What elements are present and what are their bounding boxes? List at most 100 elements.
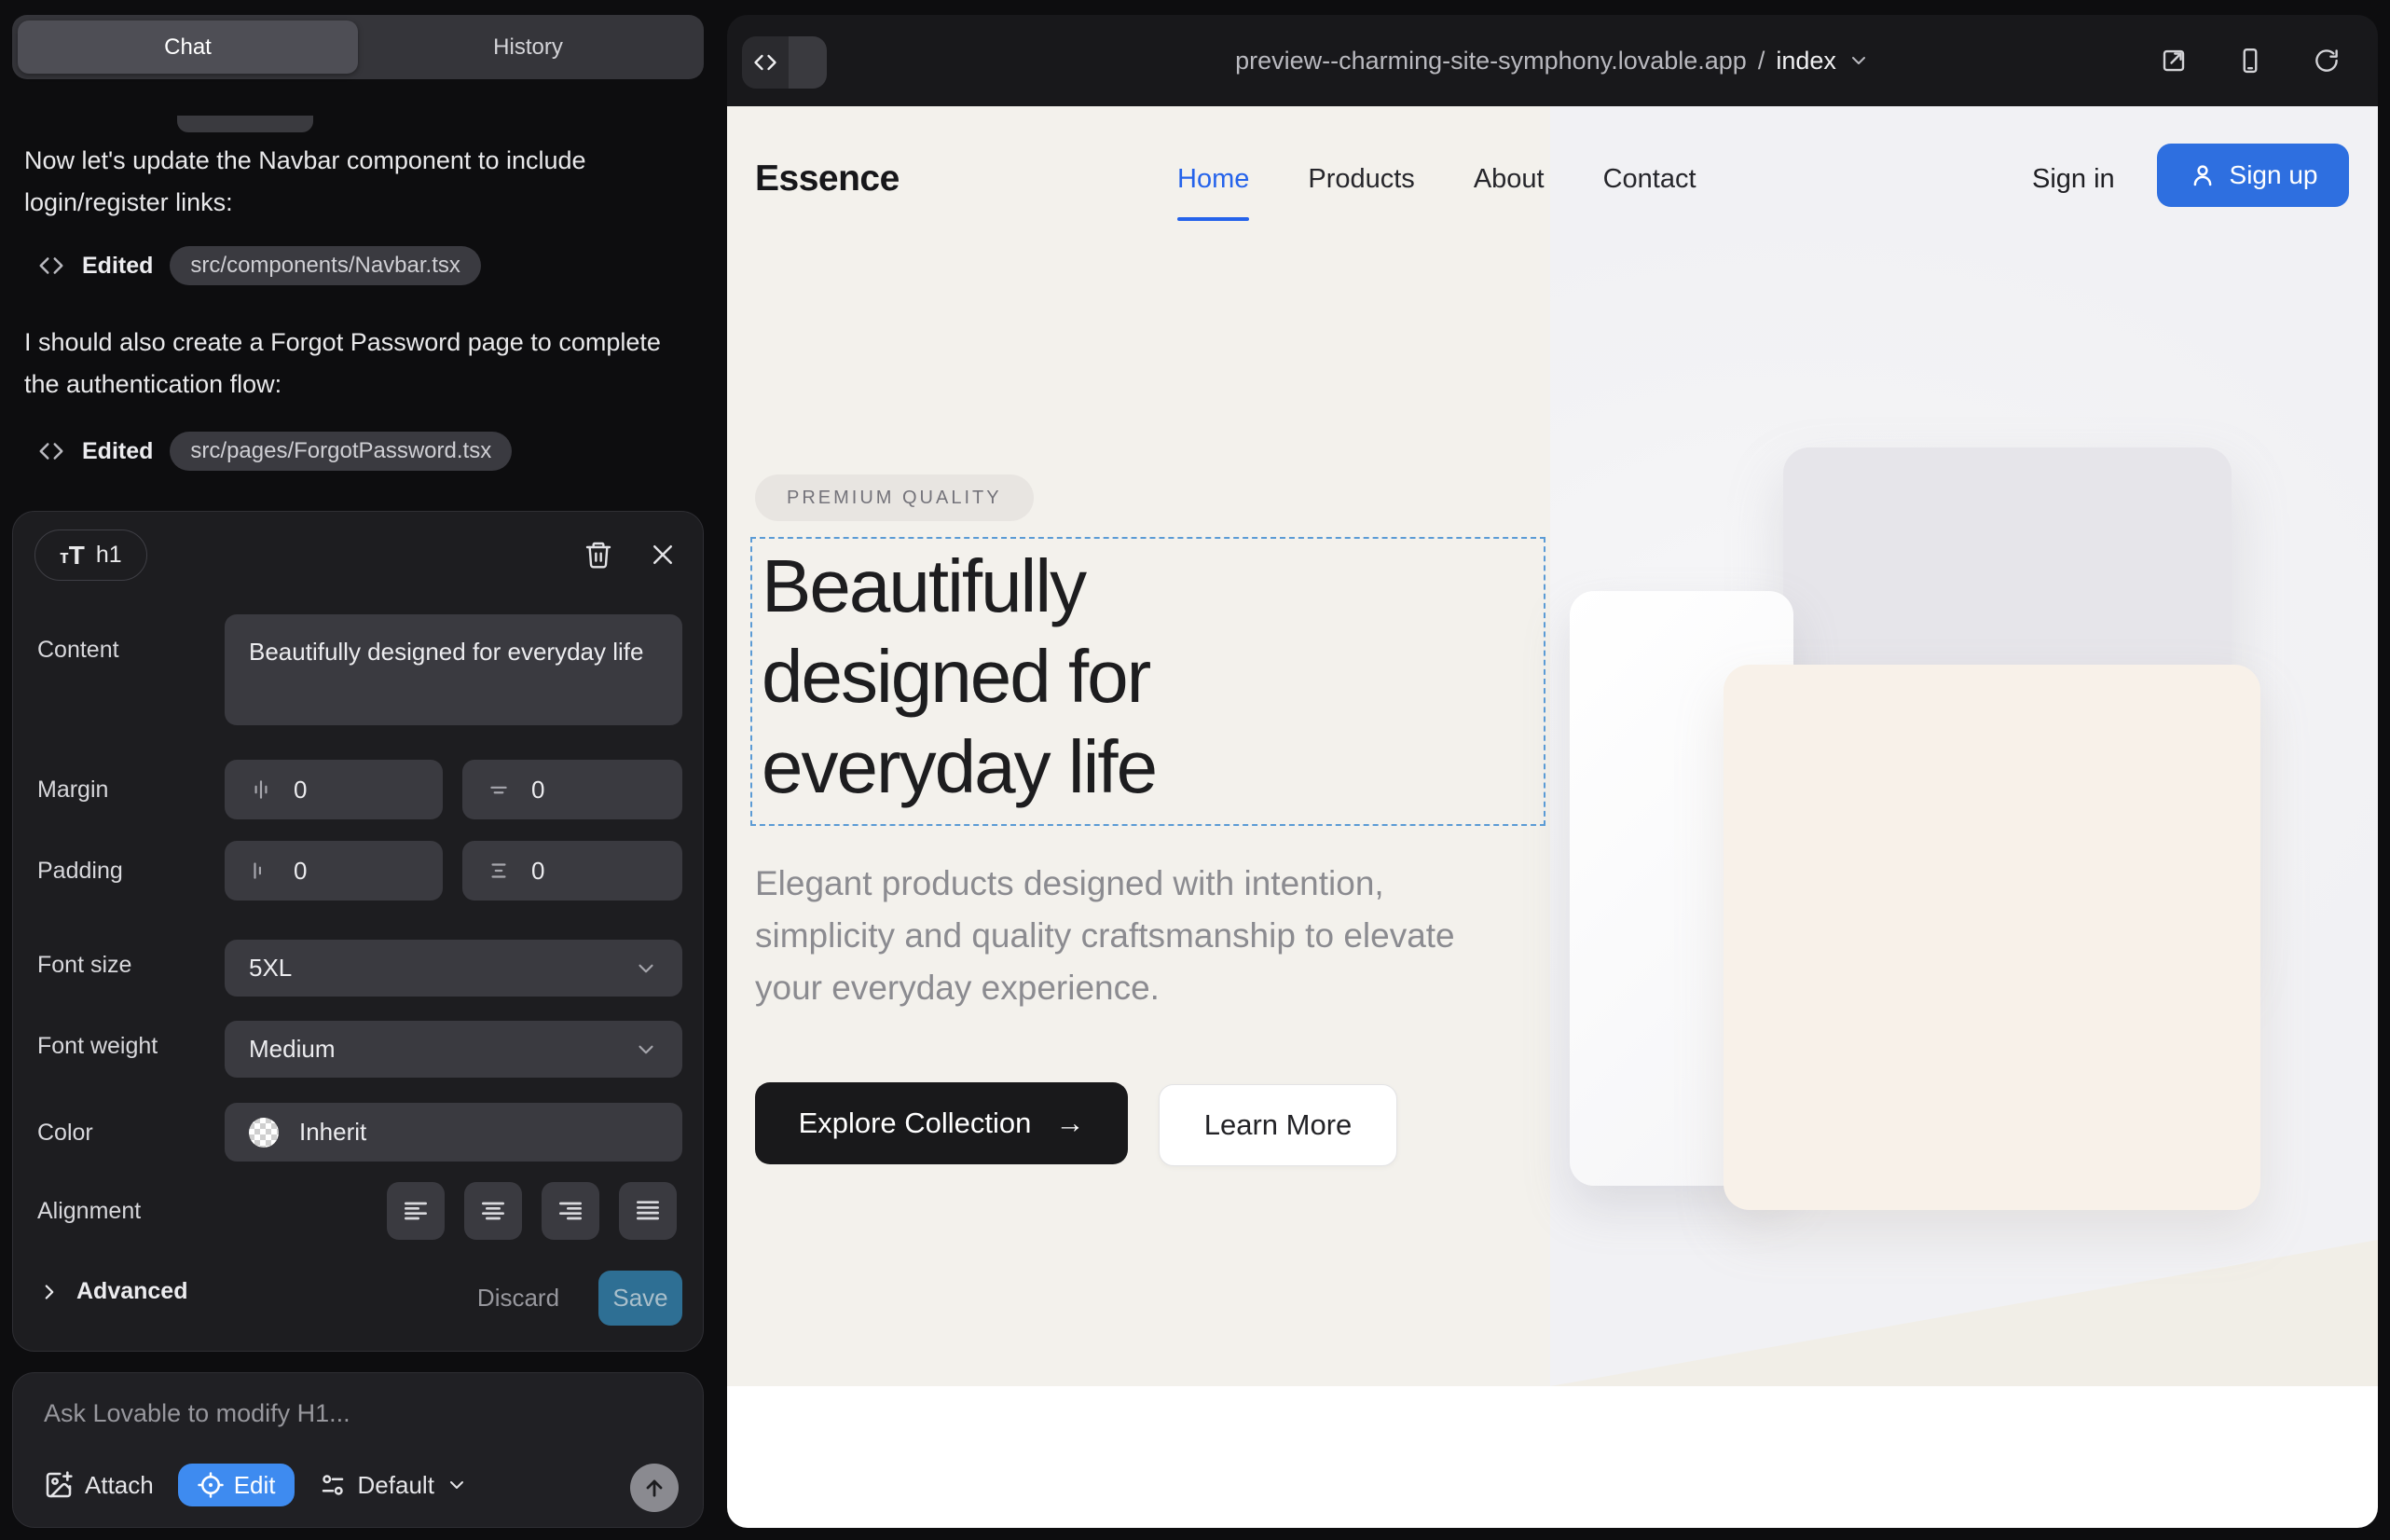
margin-x-input[interactable]: 0 bbox=[225, 760, 443, 819]
url-page: index bbox=[1776, 47, 1836, 76]
site-logo[interactable]: Essence bbox=[755, 158, 900, 199]
chevron-right-icon bbox=[37, 1280, 62, 1304]
sidebar-tabs: Chat History bbox=[12, 15, 704, 79]
nav-link-about[interactable]: About bbox=[1474, 164, 1545, 195]
selected-element-pill[interactable]: тT h1 bbox=[34, 529, 147, 581]
url-domain: preview--charming-site-symphony.lovable.… bbox=[1235, 47, 1747, 76]
sign-up-button[interactable]: Sign up bbox=[2157, 144, 2349, 207]
align-right-button[interactable] bbox=[542, 1182, 599, 1240]
color-label: Color bbox=[37, 1120, 93, 1147]
file-chip[interactable]: src/pages/ForgotPassword.tsx bbox=[170, 432, 512, 471]
font-weight-label: Font weight bbox=[37, 1033, 158, 1060]
element-selection-outline[interactable]: Beautifully designed for everyday life bbox=[750, 537, 1545, 826]
align-justify-button[interactable] bbox=[619, 1182, 677, 1240]
align-center-icon bbox=[478, 1196, 508, 1226]
code-icon bbox=[37, 252, 65, 280]
alignment-label: Alignment bbox=[37, 1198, 141, 1225]
close-editor-button[interactable] bbox=[642, 534, 683, 575]
explore-collection-button[interactable]: Explore Collection → bbox=[755, 1082, 1128, 1164]
padding-vertical-icon bbox=[487, 859, 511, 883]
tab-history[interactable]: History bbox=[358, 21, 698, 74]
margin-label: Margin bbox=[37, 777, 108, 804]
color-select[interactable]: Inherit bbox=[225, 1103, 682, 1162]
attach-button[interactable]: Attach bbox=[44, 1470, 154, 1500]
nav-link-products[interactable]: Products bbox=[1308, 164, 1414, 195]
chevron-down-icon bbox=[634, 956, 658, 981]
url-separator: / bbox=[1758, 47, 1765, 76]
delete-element-button[interactable] bbox=[578, 534, 619, 575]
align-left-icon bbox=[401, 1196, 431, 1226]
margin-horizontal-icon bbox=[249, 777, 273, 802]
send-button[interactable] bbox=[630, 1464, 679, 1512]
advanced-toggle[interactable]: Advanced bbox=[37, 1278, 187, 1305]
mobile-view-button[interactable] bbox=[2236, 47, 2264, 75]
hero-diagonal-wedge bbox=[1550, 1240, 2378, 1386]
align-left-button[interactable] bbox=[387, 1182, 445, 1240]
content-input[interactable]: Beautifully designed for everyday life bbox=[225, 614, 682, 725]
padding-x-input[interactable]: 0 bbox=[225, 841, 443, 901]
composer-input[interactable] bbox=[44, 1399, 640, 1428]
chat-message: I should also create a Forgot Password p… bbox=[24, 322, 682, 406]
font-size-select[interactable]: 5XL bbox=[225, 940, 682, 997]
site-navbar: Essence Home Products About Contact Sign… bbox=[727, 106, 2378, 246]
decor-card-cream bbox=[1724, 665, 2260, 1210]
code-icon bbox=[742, 36, 789, 89]
code-icon bbox=[37, 437, 65, 465]
padding-label: Padding bbox=[37, 858, 123, 885]
lovable-editor-window: Chat History Now let's update the Navbar… bbox=[0, 0, 2390, 1540]
padding-horizontal-icon bbox=[249, 859, 273, 883]
arrow-up-icon bbox=[641, 1475, 667, 1501]
topbar-actions bbox=[2160, 15, 2341, 106]
chevron-down-icon bbox=[1847, 49, 1870, 72]
content-label: Content bbox=[37, 637, 119, 664]
model-selector[interactable]: Default bbox=[319, 1471, 468, 1500]
image-plus-icon bbox=[44, 1470, 74, 1500]
sign-in-link[interactable]: Sign in bbox=[2032, 164, 2115, 195]
trash-icon bbox=[584, 540, 613, 570]
arrow-right-icon: → bbox=[1055, 1107, 1084, 1140]
padding-y-input[interactable]: 0 bbox=[462, 841, 682, 901]
user-icon bbox=[2189, 161, 2217, 189]
hero-description: Elegant products designed with intention… bbox=[755, 858, 1501, 1014]
align-right-icon bbox=[556, 1196, 585, 1226]
edited-label: Edited bbox=[82, 253, 153, 280]
font-size-label: Font size bbox=[37, 952, 131, 979]
nav-link-home[interactable]: Home bbox=[1177, 164, 1249, 195]
save-button[interactable]: Save bbox=[598, 1271, 682, 1326]
element-tag: h1 bbox=[96, 542, 122, 569]
margin-y-input[interactable]: 0 bbox=[462, 760, 682, 819]
crosshair-icon bbox=[197, 1471, 225, 1499]
open-external-button[interactable] bbox=[2160, 47, 2188, 75]
chat-composer: Attach Edit Default bbox=[12, 1372, 704, 1528]
hero-heading[interactable]: Beautifully designed for everyday life bbox=[762, 541, 1358, 812]
edited-file-row[interactable]: Edited src/pages/ForgotPassword.tsx bbox=[37, 430, 512, 473]
chevron-down-icon bbox=[634, 1038, 658, 1062]
close-icon bbox=[649, 541, 677, 569]
composer-toolbar: Attach Edit Default bbox=[44, 1464, 468, 1506]
nav-link-contact[interactable]: Contact bbox=[1603, 164, 1696, 195]
align-center-button[interactable] bbox=[464, 1182, 522, 1240]
discard-button[interactable]: Discard bbox=[462, 1271, 574, 1326]
align-justify-icon bbox=[633, 1196, 663, 1226]
tab-chat[interactable]: Chat bbox=[18, 21, 358, 74]
font-weight-select[interactable]: Medium bbox=[225, 1021, 682, 1078]
element-editor-panel: тT h1 Content Beautifully designed for e… bbox=[12, 511, 704, 1352]
url-breadcrumb[interactable]: preview--charming-site-symphony.lovable.… bbox=[1235, 47, 1870, 76]
site-canvas: Essence Home Products About Contact Sign… bbox=[727, 106, 2378, 1528]
preview-topbar: preview--charming-site-symphony.lovable.… bbox=[727, 15, 2378, 106]
refresh-button[interactable] bbox=[2313, 47, 2341, 75]
external-link-icon bbox=[2160, 47, 2188, 75]
nav-links: Home Products About Contact bbox=[1177, 164, 1696, 195]
learn-more-button[interactable]: Learn More bbox=[1159, 1084, 1397, 1166]
file-chip[interactable]: src/components/Navbar.tsx bbox=[170, 246, 480, 285]
settings-sliders-icon bbox=[319, 1471, 347, 1499]
edit-mode-button[interactable]: Edit bbox=[178, 1464, 295, 1506]
code-preview-toggle[interactable] bbox=[742, 36, 827, 89]
refresh-icon bbox=[2313, 47, 2341, 75]
preview-panel: preview--charming-site-symphony.lovable.… bbox=[727, 15, 2378, 1528]
smartphone-icon bbox=[2236, 47, 2264, 75]
margin-vertical-icon bbox=[487, 777, 511, 802]
toggle-handle bbox=[789, 36, 827, 89]
premium-quality-badge: PREMIUM QUALITY bbox=[755, 474, 1034, 521]
edited-file-row[interactable]: Edited src/components/Navbar.tsx bbox=[37, 244, 481, 287]
